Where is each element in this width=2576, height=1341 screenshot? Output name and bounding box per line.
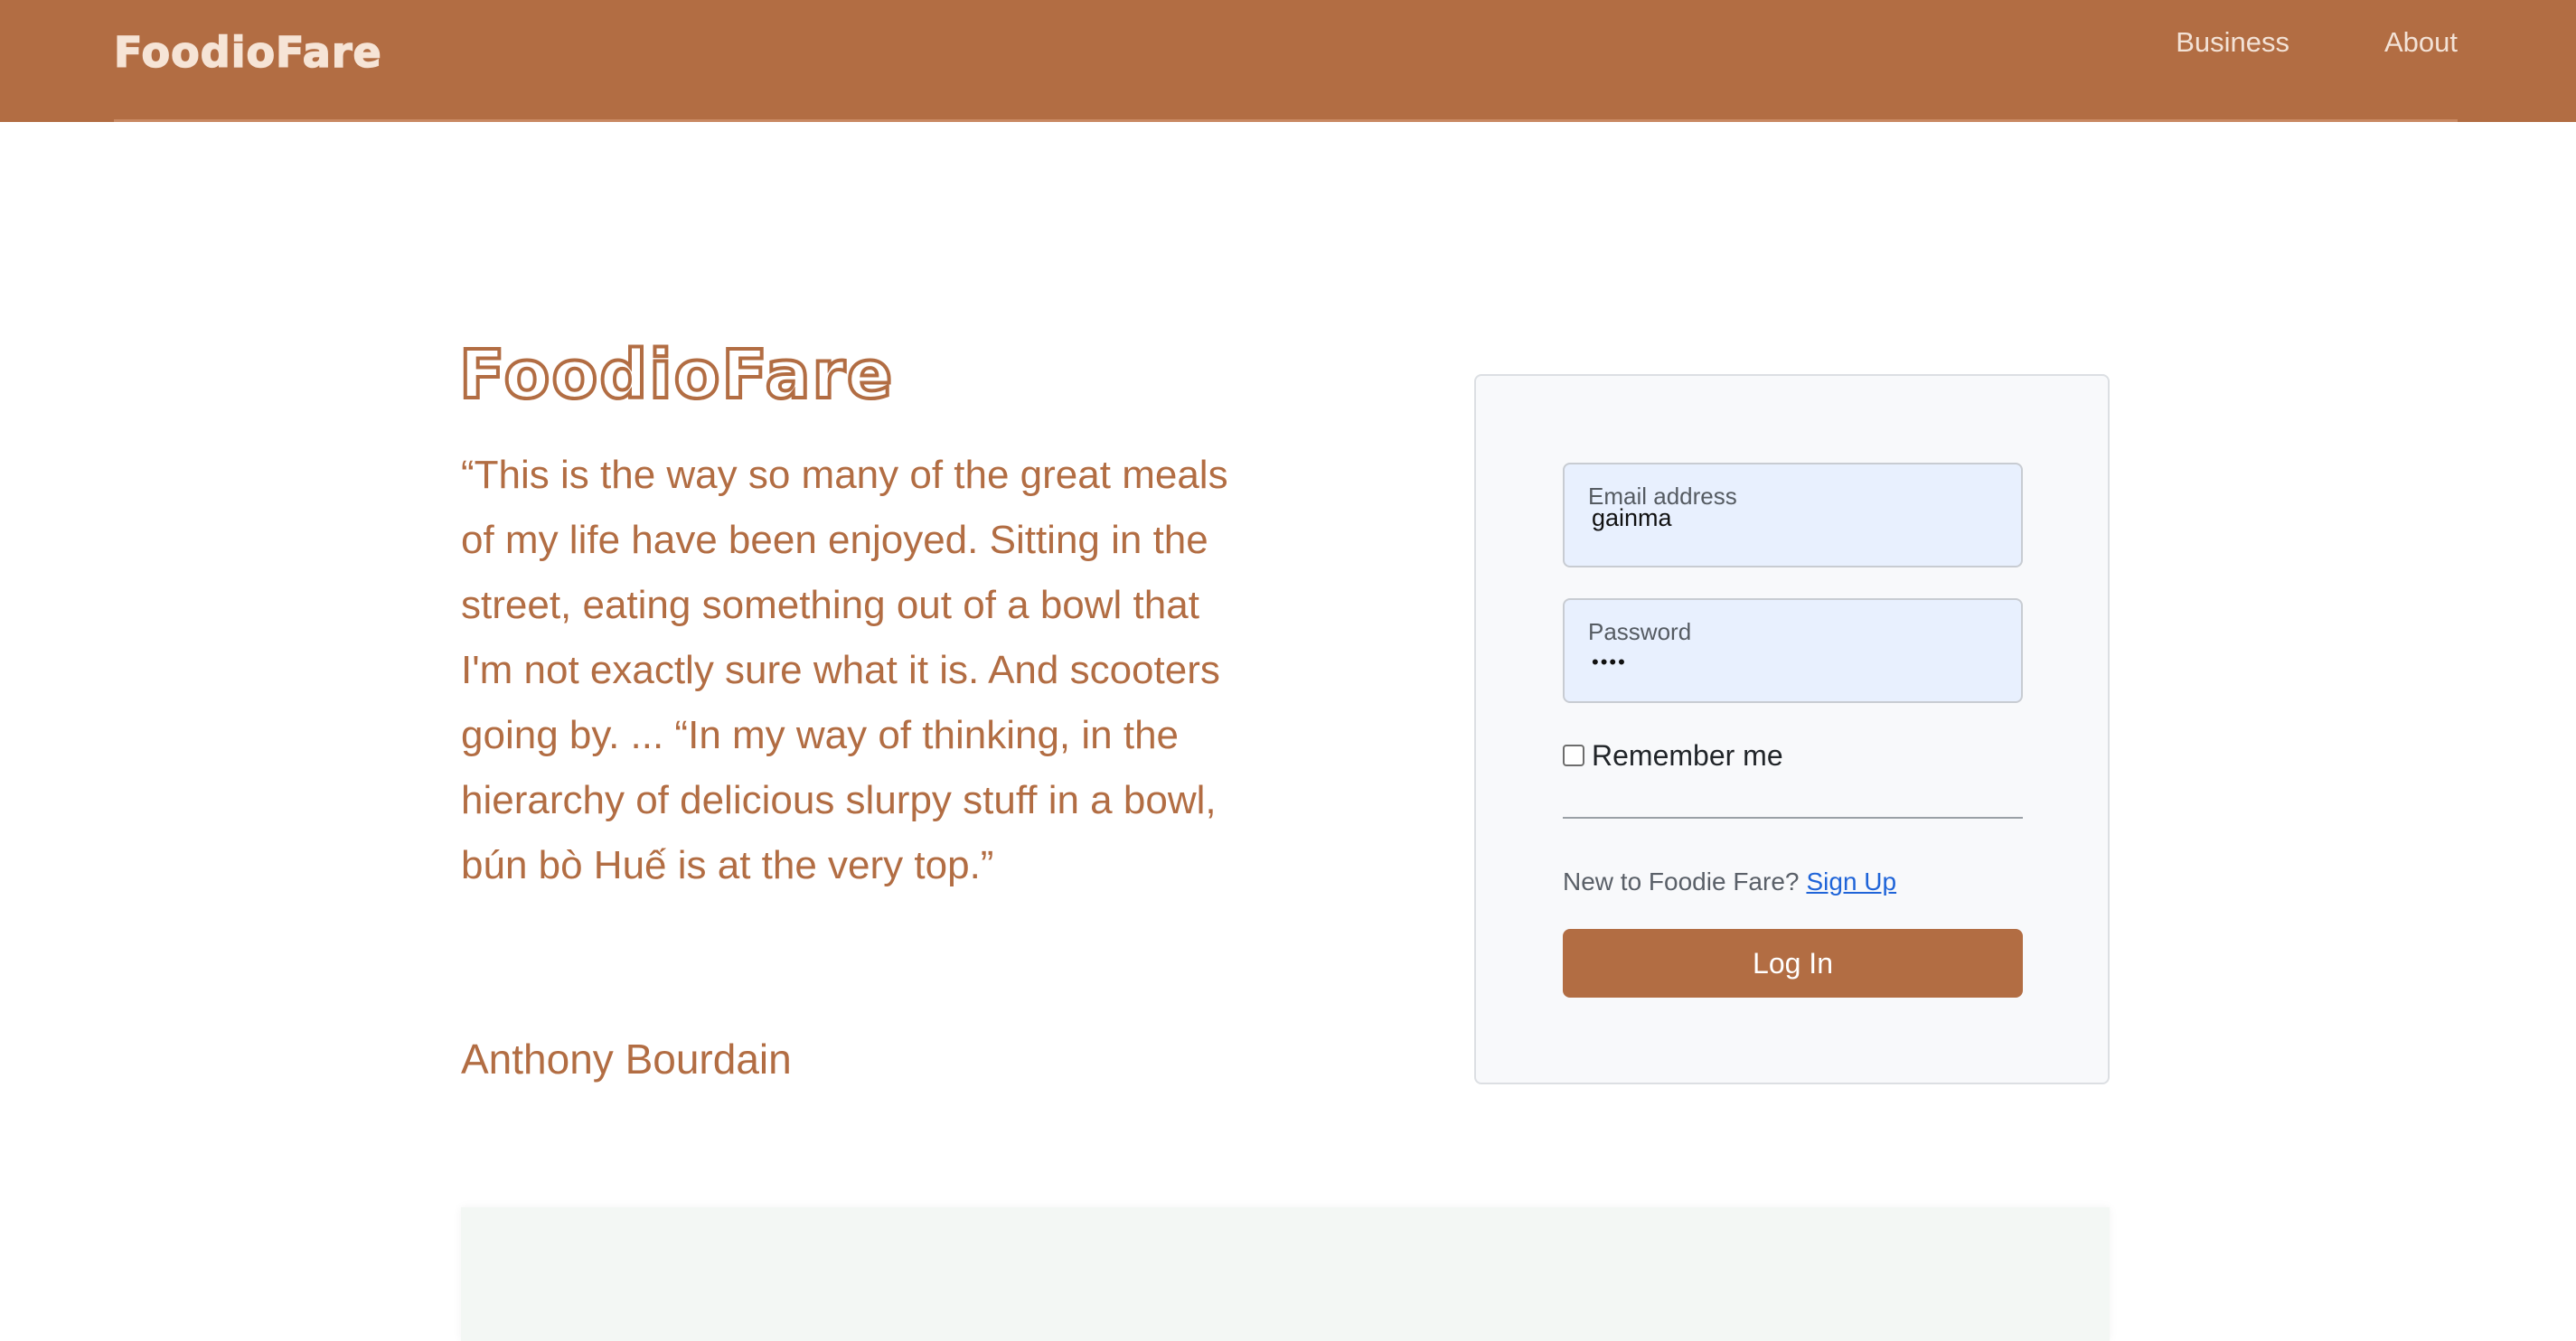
hero-quote: “This is the way so many of the great me… (461, 453, 1228, 887)
nav-links: Business About (2176, 23, 2458, 62)
signup-prompt-text: New to Foodie Fare? (1563, 867, 1800, 896)
login-card: Email address gainma Password •••• Remem… (1474, 374, 2110, 1084)
signup-link[interactable]: Sign Up (1806, 867, 1896, 896)
nav-business-link[interactable]: Business (2176, 23, 2289, 62)
bottom-banner (461, 1207, 2110, 1341)
hero-title: FoodioFare (457, 334, 895, 416)
remember-me-label[interactable]: Remember me (1592, 737, 1783, 774)
email-field[interactable]: Email address gainma (1563, 463, 2023, 567)
remember-me-row[interactable]: Remember me (1563, 737, 1783, 774)
remember-me-checkbox[interactable] (1563, 745, 1584, 766)
login-button[interactable]: Log In (1563, 929, 2023, 998)
password-input[interactable]: •••• (1592, 647, 1989, 678)
navbar-divider (114, 119, 2458, 122)
top-navbar: FoodioFare Business About (0, 0, 2576, 122)
form-divider (1563, 817, 2023, 819)
brand-logo[interactable]: FoodioFare (113, 27, 382, 78)
password-field[interactable]: Password •••• (1563, 598, 2023, 703)
nav-about-link[interactable]: About (2384, 23, 2458, 62)
password-label: Password (1588, 618, 1692, 645)
email-input[interactable]: gainma (1592, 502, 1989, 533)
signup-prompt: New to Foodie Fare? Sign Up (1563, 866, 1896, 898)
quote-author: Anthony Bourdain (461, 1036, 792, 1083)
